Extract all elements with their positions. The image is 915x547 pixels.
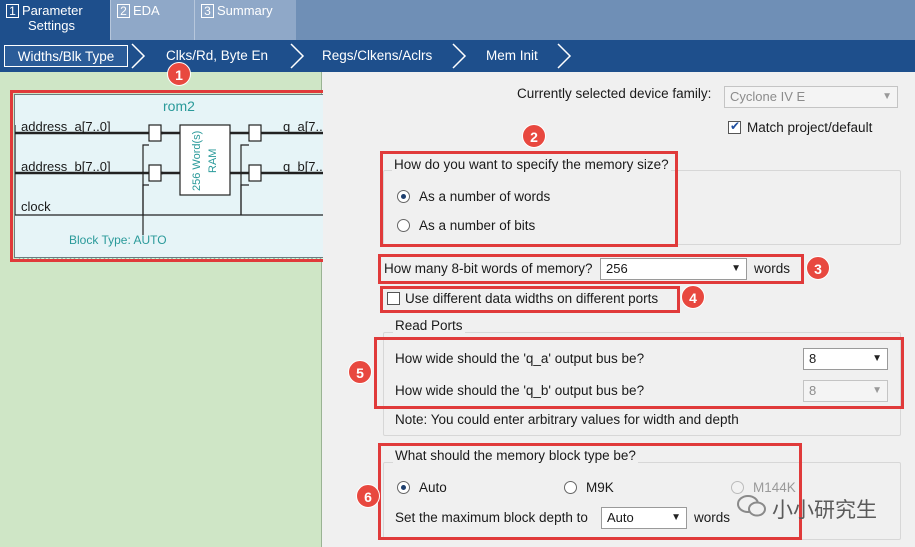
breadcrumb-widths-blk-type[interactable]: Widths/Blk Type	[4, 45, 128, 67]
tab-number: 1	[6, 4, 19, 18]
chevron-right-icon	[452, 43, 467, 69]
annotation-badge-1: 1	[167, 62, 191, 86]
tab-summary[interactable]: 3 Summary	[194, 0, 296, 40]
annotation-box-4	[380, 286, 680, 313]
width-depth-note: Note: You could enter arbitrary values f…	[395, 412, 739, 427]
match-project-checkbox[interactable]	[728, 119, 741, 134]
top-tab-bar: 1 Parameter Settings 2 EDA 3 Summary	[0, 0, 915, 40]
annotation-badge-6: 6	[356, 484, 380, 508]
chevron-right-icon	[131, 43, 146, 69]
match-project-label: Match project/default	[747, 120, 873, 135]
tab-eda[interactable]: 2 EDA	[110, 0, 194, 40]
chevron-down-icon: ▼	[882, 91, 892, 102]
annotation-box-2	[380, 151, 678, 247]
tab-number: 2	[117, 4, 130, 18]
annotation-box-3	[378, 254, 804, 284]
device-family-select: Cyclone IV E ▼	[724, 86, 898, 108]
breadcrumb-regs-clkens-aclrs[interactable]: Regs/Clkens/Aclrs	[322, 45, 432, 67]
chevron-right-icon	[557, 43, 572, 69]
annotation-badge-5: 5	[348, 360, 372, 384]
device-family-value: Cyclone IV E	[730, 89, 806, 104]
annotation-box-1	[10, 90, 356, 262]
watermark-text: 小小研究生	[772, 499, 877, 522]
annotation-badge-2: 2	[522, 124, 546, 148]
tab-label: EDA	[133, 3, 160, 18]
annotation-badge-4: 4	[681, 285, 705, 309]
tab-label: Summary	[217, 3, 273, 18]
chevron-right-icon	[290, 43, 305, 69]
breadcrumb: Widths/Blk Type Clks/Rd, Byte En Regs/Cl…	[0, 40, 915, 72]
tab-number: 3	[201, 4, 214, 18]
breadcrumb-mem-init[interactable]: Mem Init	[486, 45, 538, 67]
tab-label: Parameter	[22, 3, 83, 18]
annotation-box-5	[374, 337, 904, 409]
wechat-logo-icon	[737, 495, 766, 517]
read-ports-title: Read Ports	[393, 318, 465, 333]
tab-label-line2: Settings	[28, 18, 75, 33]
tab-parameter-settings[interactable]: 1 Parameter Settings	[0, 0, 110, 40]
annotation-badge-3: 3	[806, 256, 830, 280]
device-family-label: Currently selected device family:	[517, 86, 712, 101]
